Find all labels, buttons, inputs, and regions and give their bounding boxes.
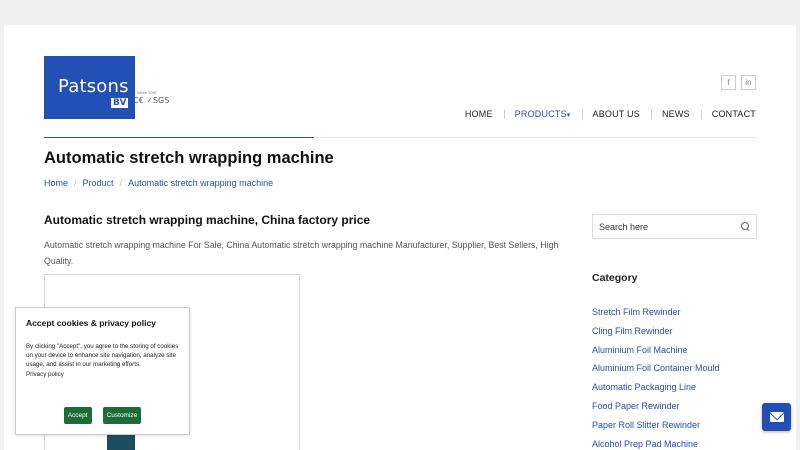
search-input[interactable]: Search here: [599, 222, 741, 232]
logo-ce-mark: C€: [133, 96, 144, 105]
nav-news[interactable]: NEWS: [650, 109, 701, 119]
logo[interactable]: Patsons BV Since 1987 C€ ✓SGS: [44, 56, 169, 119]
breadcrumb-home[interactable]: Home: [44, 178, 68, 188]
product-heading: Automatic stretch wrapping machine, Chin…: [44, 213, 371, 227]
category-item[interactable]: Food Paper Rewinder: [592, 400, 720, 419]
breadcrumb: Home / Product / Automatic stretch wrapp…: [44, 178, 273, 188]
logo-since: Since 1987: [137, 90, 158, 95]
envelope-icon: [769, 412, 784, 422]
logo-name: Patsons: [58, 76, 129, 97]
breadcrumb-product[interactable]: Product: [83, 178, 114, 188]
logo-block: Patsons BV: [44, 56, 135, 119]
customize-button[interactable]: Customize: [102, 407, 142, 424]
header-divider-accent: [44, 137, 314, 138]
facebook-icon[interactable]: f: [721, 75, 736, 90]
contact-mail-button[interactable]: [762, 403, 791, 431]
page-title: Automatic stretch wrapping machine: [44, 149, 334, 167]
category-item[interactable]: Automatic Packaging Line: [592, 381, 720, 400]
category-item[interactable]: Paper Roll Slitter Rewinder: [592, 419, 720, 438]
category-list: Stretch Film Rewinder Cling Film Rewinde…: [592, 306, 720, 450]
logo-bv: BV: [111, 98, 129, 108]
nav-about-us[interactable]: ABOUT US: [581, 109, 651, 119]
linkedin-icon[interactable]: in: [741, 75, 756, 90]
logo-certs: C€ ✓SGS: [133, 96, 169, 105]
nav-products-label: PRODUCTS: [514, 109, 567, 119]
main-nav: HOME PRODUCTS▾ ABOUT US NEWS CONTACT: [454, 109, 756, 119]
category-item[interactable]: Alcohol Prep Pad Machine: [592, 438, 720, 450]
caret-down-icon: ▾: [566, 112, 571, 119]
check-icon: ✓: [146, 96, 153, 105]
category-item[interactable]: Cling Film Rewinder: [592, 325, 720, 344]
nav-home[interactable]: HOME: [454, 109, 504, 119]
category-title: Category: [592, 272, 638, 284]
nav-contact[interactable]: CONTACT: [700, 109, 756, 119]
breadcrumb-separator: /: [119, 178, 123, 188]
cookie-text: By clicking "Accept", you agree to the s…: [26, 343, 179, 369]
logo-sgs: SGS: [152, 96, 170, 105]
search-box[interactable]: Search here: [592, 214, 757, 239]
cookie-buttons: Accept Customize: [16, 407, 189, 424]
machine-image-part: [107, 433, 135, 450]
nav-products[interactable]: PRODUCTS▾: [503, 109, 582, 119]
cookie-dialog: Accept cookies & privacy policy By click…: [15, 307, 190, 435]
cookie-title: Accept cookies & privacy policy: [26, 318, 156, 328]
breadcrumb-current[interactable]: Automatic stretch wrapping machine: [128, 178, 273, 188]
logo-side: Since 1987 C€ ✓SGS: [133, 56, 169, 119]
privacy-policy-link[interactable]: Privacy policy: [26, 371, 179, 378]
search-icon[interactable]: [741, 222, 750, 231]
product-description: Automatic stretch wrapping machine For S…: [44, 240, 559, 266]
category-item[interactable]: Stretch Film Rewinder: [592, 306, 720, 325]
category-item[interactable]: Aluminium Foil Container Mould: [592, 362, 720, 381]
accept-button[interactable]: Accept: [63, 407, 92, 424]
category-item[interactable]: Aluminium Foil Machine: [592, 344, 720, 363]
breadcrumb-separator: /: [74, 178, 77, 188]
